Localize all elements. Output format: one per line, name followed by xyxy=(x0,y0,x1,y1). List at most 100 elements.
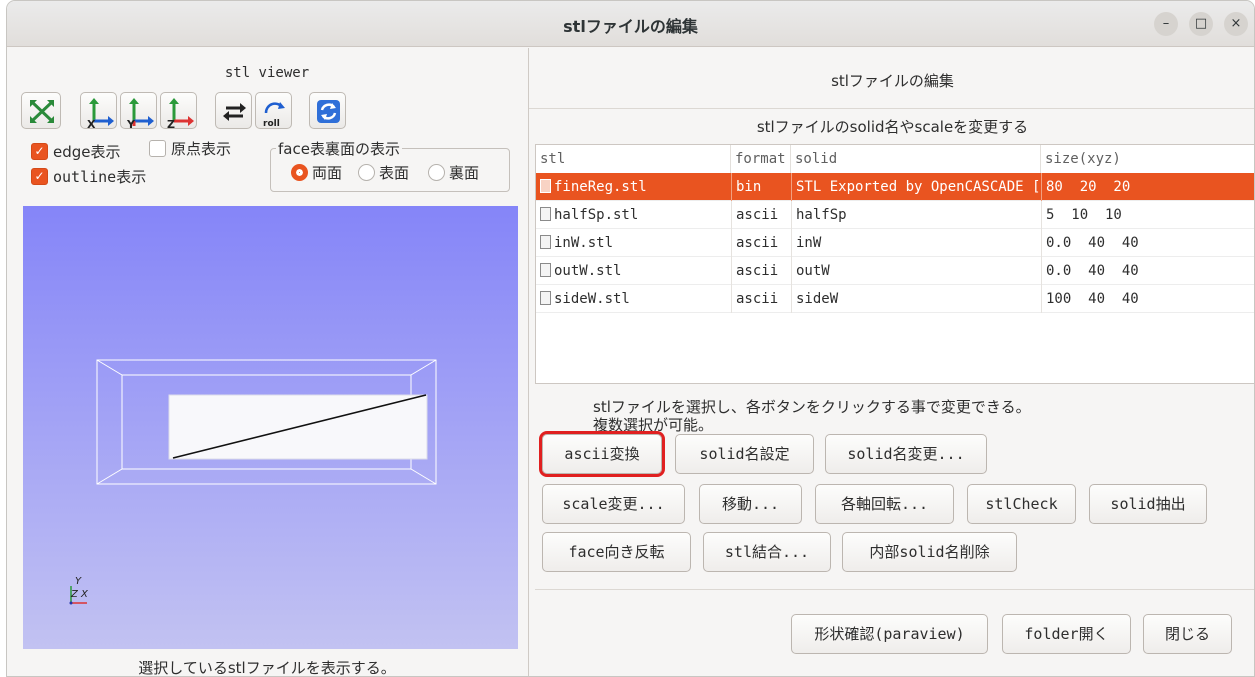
outline-label: outline表示 xyxy=(53,168,147,186)
solid-extract-button[interactable]: solid抽出 xyxy=(1089,484,1207,524)
column-header-stl[interactable]: stl xyxy=(536,145,731,173)
checkbox-checked-icon: ✓ xyxy=(31,143,48,160)
solid-cell: sideW xyxy=(791,285,1041,313)
fit-all-icon xyxy=(30,100,54,123)
face-both-label: 両面 xyxy=(312,164,343,182)
file-icon xyxy=(540,235,551,249)
edge-label: edge表示 xyxy=(53,143,121,161)
open-folder-button[interactable]: folder開く xyxy=(1002,614,1131,654)
view-z-axis-icon: Z xyxy=(167,98,194,130)
view-y-axis-icon: Y xyxy=(126,98,154,130)
view-x-button[interactable]: X xyxy=(80,92,117,130)
outline-checkbox[interactable]: ✓ outline表示 xyxy=(31,166,146,187)
minimize-button[interactable]: – xyxy=(1154,12,1178,36)
radio-unselected-icon xyxy=(358,164,375,181)
window-title: stlファイルの編集 xyxy=(563,17,698,36)
stl-name: sideW.stl xyxy=(554,291,630,307)
file-icon xyxy=(540,207,551,221)
size-cell: 0.0 40 40 xyxy=(1041,257,1254,285)
table-row[interactable]: halfSp.stl ascii halfSp 5 10 10 xyxy=(536,201,1254,229)
solid-cell: halfSp xyxy=(791,201,1041,229)
editor-title: stlファイルの編集 xyxy=(831,72,954,90)
solid-name-set-button[interactable]: solid名設定 xyxy=(675,434,814,474)
title-bar[interactable]: stlファイルの編集 – □ × xyxy=(7,1,1254,47)
edge-checkbox[interactable]: ✓ edge表示 xyxy=(31,141,121,162)
app-window: stlファイルの編集 – □ × stl viewer X Y Z roll ✓… xyxy=(6,0,1255,677)
roll-label: roll xyxy=(263,119,280,129)
stl-model-render: Y Z X xyxy=(69,359,437,605)
3d-viewport[interactable]: Y Z X xyxy=(23,206,518,649)
size-cell: 0.0 40 40 xyxy=(1041,229,1254,257)
format-cell: bin xyxy=(731,173,791,201)
origin-label: 原点表示 xyxy=(171,140,232,158)
stl-file-table[interactable]: stl format solid size(xyz) fineReg.stl b… xyxy=(535,144,1254,384)
stl-cell: halfSp.stl xyxy=(536,201,731,229)
column-header-solid[interactable]: solid xyxy=(791,145,1041,173)
axis-x-label: X xyxy=(80,589,89,600)
stl-merge-button[interactable]: stl結合... xyxy=(703,532,831,572)
hint-text: stlファイルを選択し、各ボタンをクリックする事で変更できる。 複数選択が可能。 xyxy=(593,398,1031,434)
rotate-axes-button[interactable]: 各軸回転... xyxy=(815,484,954,524)
format-cell: ascii xyxy=(731,229,791,257)
reverse-view-button[interactable] xyxy=(215,92,252,129)
face-front-radio[interactable]: 表面 xyxy=(358,162,409,183)
svg-text:Y: Y xyxy=(126,118,136,130)
roll-button[interactable]: roll xyxy=(255,92,292,129)
origin-checkbox[interactable]: 原点表示 xyxy=(149,138,231,159)
size-cell: 5 10 10 xyxy=(1041,201,1254,229)
reload-button[interactable] xyxy=(309,92,346,129)
separator xyxy=(535,589,1254,590)
axis-y-label: Y xyxy=(75,576,82,587)
stl-check-button[interactable]: stlCheck xyxy=(967,484,1076,524)
face-display-group-title: face表裏面の表示 xyxy=(276,138,402,159)
table-row[interactable]: fineReg.stl bin STL Exported by OpenCASC… xyxy=(536,173,1254,201)
delete-inner-solid-name-button[interactable]: 内部solid名削除 xyxy=(842,532,1017,572)
close-window-button[interactable]: × xyxy=(1224,12,1248,36)
radio-selected-icon xyxy=(291,164,308,181)
move-button[interactable]: 移動... xyxy=(699,484,802,524)
face-flip-button[interactable]: face向き反転 xyxy=(542,532,691,572)
viewer-panel: stl viewer X Y Z roll ✓ edge表示 原点表示 ✓ ou… xyxy=(7,48,527,677)
file-icon xyxy=(540,263,551,277)
table-row[interactable]: sideW.stl ascii sideW 100 40 40 xyxy=(536,285,1254,313)
checkbox-unchecked-icon xyxy=(149,140,166,157)
fit-all-button[interactable] xyxy=(21,92,61,129)
file-icon xyxy=(540,179,551,193)
maximize-button[interactable]: □ xyxy=(1189,12,1213,36)
solid-cell: outW xyxy=(791,257,1041,285)
svg-text:X: X xyxy=(87,118,96,130)
roll-icon: roll xyxy=(263,102,285,129)
reverse-view-icon xyxy=(223,103,246,121)
view-y-button[interactable]: Y xyxy=(120,92,157,130)
checkbox-checked-icon: ✓ xyxy=(31,168,48,185)
format-cell: ascii xyxy=(731,201,791,229)
solid-cell: STL Exported by OpenCASCADE [ xyxy=(791,173,1041,201)
scale-change-button[interactable]: scale変更... xyxy=(542,484,685,524)
stl-name: outW.stl xyxy=(554,263,622,279)
solid-name-change-button[interactable]: solid名変更... xyxy=(825,434,987,474)
table-row[interactable]: inW.stl ascii inW 0.0 40 40 xyxy=(536,229,1254,257)
view-x-axis-icon: X xyxy=(87,98,114,130)
axis-z-label: Z xyxy=(70,589,79,600)
viewer-title: stl viewer xyxy=(224,65,310,81)
face-front-label: 表面 xyxy=(379,164,410,182)
stl-cell: sideW.stl xyxy=(536,285,731,313)
svg-text:Z: Z xyxy=(167,118,175,130)
table-row[interactable]: outW.stl ascii outW 0.0 40 40 xyxy=(536,257,1254,285)
face-back-label: 裏面 xyxy=(449,164,480,182)
stl-name: inW.stl xyxy=(554,235,614,251)
face-back-radio[interactable]: 裏面 xyxy=(428,162,479,183)
size-cell: 80 20 20 xyxy=(1041,173,1254,201)
column-header-size[interactable]: size(xyz) xyxy=(1041,145,1254,173)
close-button[interactable]: 閉じる xyxy=(1143,614,1232,654)
column-header-format[interactable]: format xyxy=(731,145,791,173)
stl-name: halfSp.stl xyxy=(554,207,639,223)
paraview-check-button[interactable]: 形状確認(paraview) xyxy=(791,614,988,654)
view-z-button[interactable]: Z xyxy=(160,92,197,130)
stl-cell: outW.stl xyxy=(536,257,731,285)
radio-unselected-icon xyxy=(428,164,445,181)
hint-line-1: stlファイルを選択し、各ボタンをクリックする事で変更できる。 xyxy=(593,398,1031,416)
viewer-status: 選択しているstlファイルを表示する。 xyxy=(138,659,396,677)
face-both-radio[interactable]: 両面 xyxy=(291,162,342,183)
ascii-convert-button[interactable]: ascii変換 xyxy=(539,431,665,477)
